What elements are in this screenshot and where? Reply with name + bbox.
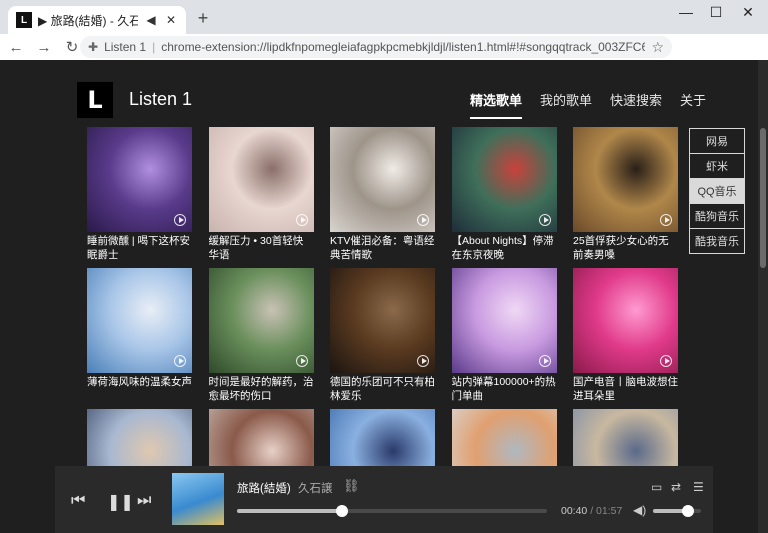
playlist-card[interactable]: 睡前微醺 | 喝下这杯安眠爵士 [87, 127, 192, 262]
omnibox[interactable]: ✚ Listen 1 | chrome-extension://lipdkfnp… [80, 36, 672, 58]
nav-about[interactable]: 关于 [680, 90, 706, 119]
tab-favicon-icon: L [16, 12, 32, 28]
time-separator: / [587, 505, 597, 517]
play-overlay-icon[interactable] [660, 355, 672, 367]
duration: 01:57 [596, 505, 623, 517]
nav-featured-playlists[interactable]: 精选歌单 [470, 90, 523, 119]
bookmark-star-icon[interactable]: ☆ [651, 39, 664, 56]
playlist-card[interactable]: 站内弹幕100000+的热门单曲 [451, 268, 557, 403]
url-text: chrome-extension://lipdkfnpomegleiafagpk… [161, 40, 646, 54]
playlist-cover[interactable] [451, 127, 557, 232]
tab-title: ▶ 旅路(結婚) - 久石譲 [38, 13, 138, 28]
playlist-title[interactable]: 时间是最好的解药，治愈最坏的伤口 [209, 375, 314, 403]
source-qq-music[interactable]: QQ音乐 [689, 178, 745, 204]
extension-puzzle-icon: ✚ [88, 40, 99, 54]
new-tab-button[interactable]: + [194, 9, 212, 27]
play-overlay-icon[interactable] [660, 214, 672, 226]
playlist-cover[interactable] [573, 127, 678, 232]
next-track-button[interactable]: ⏭ [137, 492, 151, 510]
now-playing-title: 旅路(結婚) [237, 483, 291, 495]
page-scrollbar[interactable] [758, 60, 768, 533]
playlist-cover[interactable] [208, 127, 314, 232]
scrollbar-thumb[interactable] [760, 128, 766, 268]
playlist-cover[interactable] [330, 127, 435, 232]
play-overlay-icon[interactable] [417, 214, 429, 226]
app-name: Listen 1 [129, 89, 193, 109]
play-overlay-icon[interactable] [538, 355, 551, 367]
source-xiami[interactable]: 虾米 [689, 153, 745, 179]
source-kuwo[interactable]: 酷我音乐 [689, 228, 745, 254]
progress-fill [237, 509, 343, 513]
source-netease[interactable]: 网易 [689, 128, 745, 154]
playlist-title[interactable]: 德国的乐团可不只有柏林爱乐 [330, 375, 435, 403]
playlist-cover[interactable] [451, 268, 557, 373]
now-playing-cover[interactable] [172, 473, 224, 525]
playlist-card[interactable]: KTV催泪必备：粤语经典苦情歌 [330, 127, 435, 262]
tab-close-icon[interactable]: ✕ [164, 13, 178, 27]
playlist-card[interactable]: 25首俘获少女心的无前奏男嗓 [573, 127, 678, 262]
link-icon[interactable]: ⛓ [343, 478, 360, 494]
main-nav: 精选歌单 我的歌单 快速搜索 关于 [470, 90, 706, 119]
tab-audio-icon[interactable]: ◀ [144, 13, 158, 27]
nav-quick-search[interactable]: 快速搜索 [610, 90, 662, 119]
browser-tab[interactable]: L ▶ 旅路(結婚) - 久石譲 ◀ ✕ [8, 6, 186, 34]
playlist-cover[interactable] [87, 127, 192, 232]
playlist-title[interactable]: 睡前微醺 | 喝下这杯安眠爵士 [87, 234, 192, 262]
playlist-card[interactable]: 【About Nights】停滞在东京夜晚 [451, 127, 557, 262]
extension-name: Listen 1 [104, 40, 147, 54]
playlist-title[interactable]: KTV催泪必备：粤语经典苦情歌 [330, 234, 435, 262]
playlist-cover[interactable] [330, 268, 435, 373]
nav-my-playlists[interactable]: 我的歌单 [540, 90, 592, 119]
current-time: 00:40 [561, 505, 588, 517]
play-overlay-icon[interactable] [174, 355, 186, 367]
back-icon[interactable]: ← [2, 39, 30, 56]
play-overlay-icon[interactable] [295, 214, 308, 226]
playlist-card[interactable]: 时间是最好的解药，治愈最坏的伤口 [208, 268, 314, 403]
volume-icon[interactable]: ◀) [633, 503, 646, 517]
player-bar: ⏮ ❚❚ ⏭ 旅路(結婚) 久石譲 ⛓ 00:40 / 01:57 ◀) ▭ ⇄… [55, 466, 713, 533]
folder-icon[interactable]: ▭ [651, 480, 662, 494]
playlist-card[interactable]: 薄荷海风味的温柔女声 [87, 268, 192, 403]
play-overlay-icon[interactable] [174, 214, 186, 226]
playlist-title[interactable]: 【About Nights】停滞在东京夜晚 [452, 234, 557, 262]
playlist-card[interactable]: 德国的乐团可不只有柏林爱乐 [330, 268, 435, 403]
playlist-cover[interactable] [87, 268, 192, 373]
progress-handle[interactable] [336, 505, 349, 517]
playlist-cover[interactable] [573, 268, 678, 373]
progress-bar[interactable] [237, 505, 547, 517]
previous-track-button[interactable]: ⏮ [71, 492, 85, 510]
minimize-button[interactable]: — [672, 4, 700, 20]
source-selector: 网易 虾米 QQ音乐 酷狗音乐 酷我音乐 [689, 128, 745, 254]
omnibox-separator: | [152, 40, 156, 54]
listen1-app: L Listen 1 精选歌单 我的歌单 快速搜索 关于 睡前微醺 | 喝下这杯… [0, 60, 758, 533]
playlist-title[interactable]: 薄荷海风味的温柔女声 [87, 375, 192, 403]
playlist-title[interactable]: 国产电音丨脑电波想住进耳朵里 [573, 375, 678, 403]
now-playing-artist[interactable]: 久石譲 [298, 480, 333, 496]
pause-button[interactable]: ❚❚ [107, 492, 134, 512]
playlist-title[interactable]: 缓解压力 • 30首轻快华语 [209, 234, 314, 262]
play-overlay-icon[interactable] [295, 355, 308, 367]
play-overlay-icon[interactable] [417, 355, 429, 367]
play-overlay-icon[interactable] [538, 214, 551, 226]
playlist-icon[interactable]: ☰ [693, 480, 704, 494]
maximize-button[interactable]: ☐ [702, 4, 730, 21]
window-close-button[interactable]: ✕ [734, 4, 762, 21]
playlist-title[interactable]: 站内弹幕100000+的热门单曲 [452, 375, 557, 403]
address-bar: ← → ↻ ✚ Listen 1 | chrome-extension://li… [0, 34, 768, 87]
repeat-icon[interactable]: ⇄ [671, 480, 681, 494]
playlist-card[interactable]: 缓解压力 • 30首轻快华语 [208, 127, 314, 262]
forward-icon[interactable]: → [30, 39, 58, 56]
playlist-cover[interactable] [208, 268, 314, 373]
app-logo: L [77, 82, 113, 118]
tab-bar: L ▶ 旅路(結婚) - 久石譲 ◀ ✕ + — ☐ ✕ [0, 0, 768, 34]
playlist-card[interactable]: 国产电音丨脑电波想住进耳朵里 [573, 268, 678, 403]
volume-handle[interactable] [681, 505, 694, 517]
source-kugou[interactable]: 酷狗音乐 [689, 203, 745, 229]
playlist-title[interactable]: 25首俘获少女心的无前奏男嗓 [573, 234, 678, 262]
time-display: 00:40 / 01:57 [561, 505, 622, 517]
volume-slider[interactable] [653, 505, 701, 517]
